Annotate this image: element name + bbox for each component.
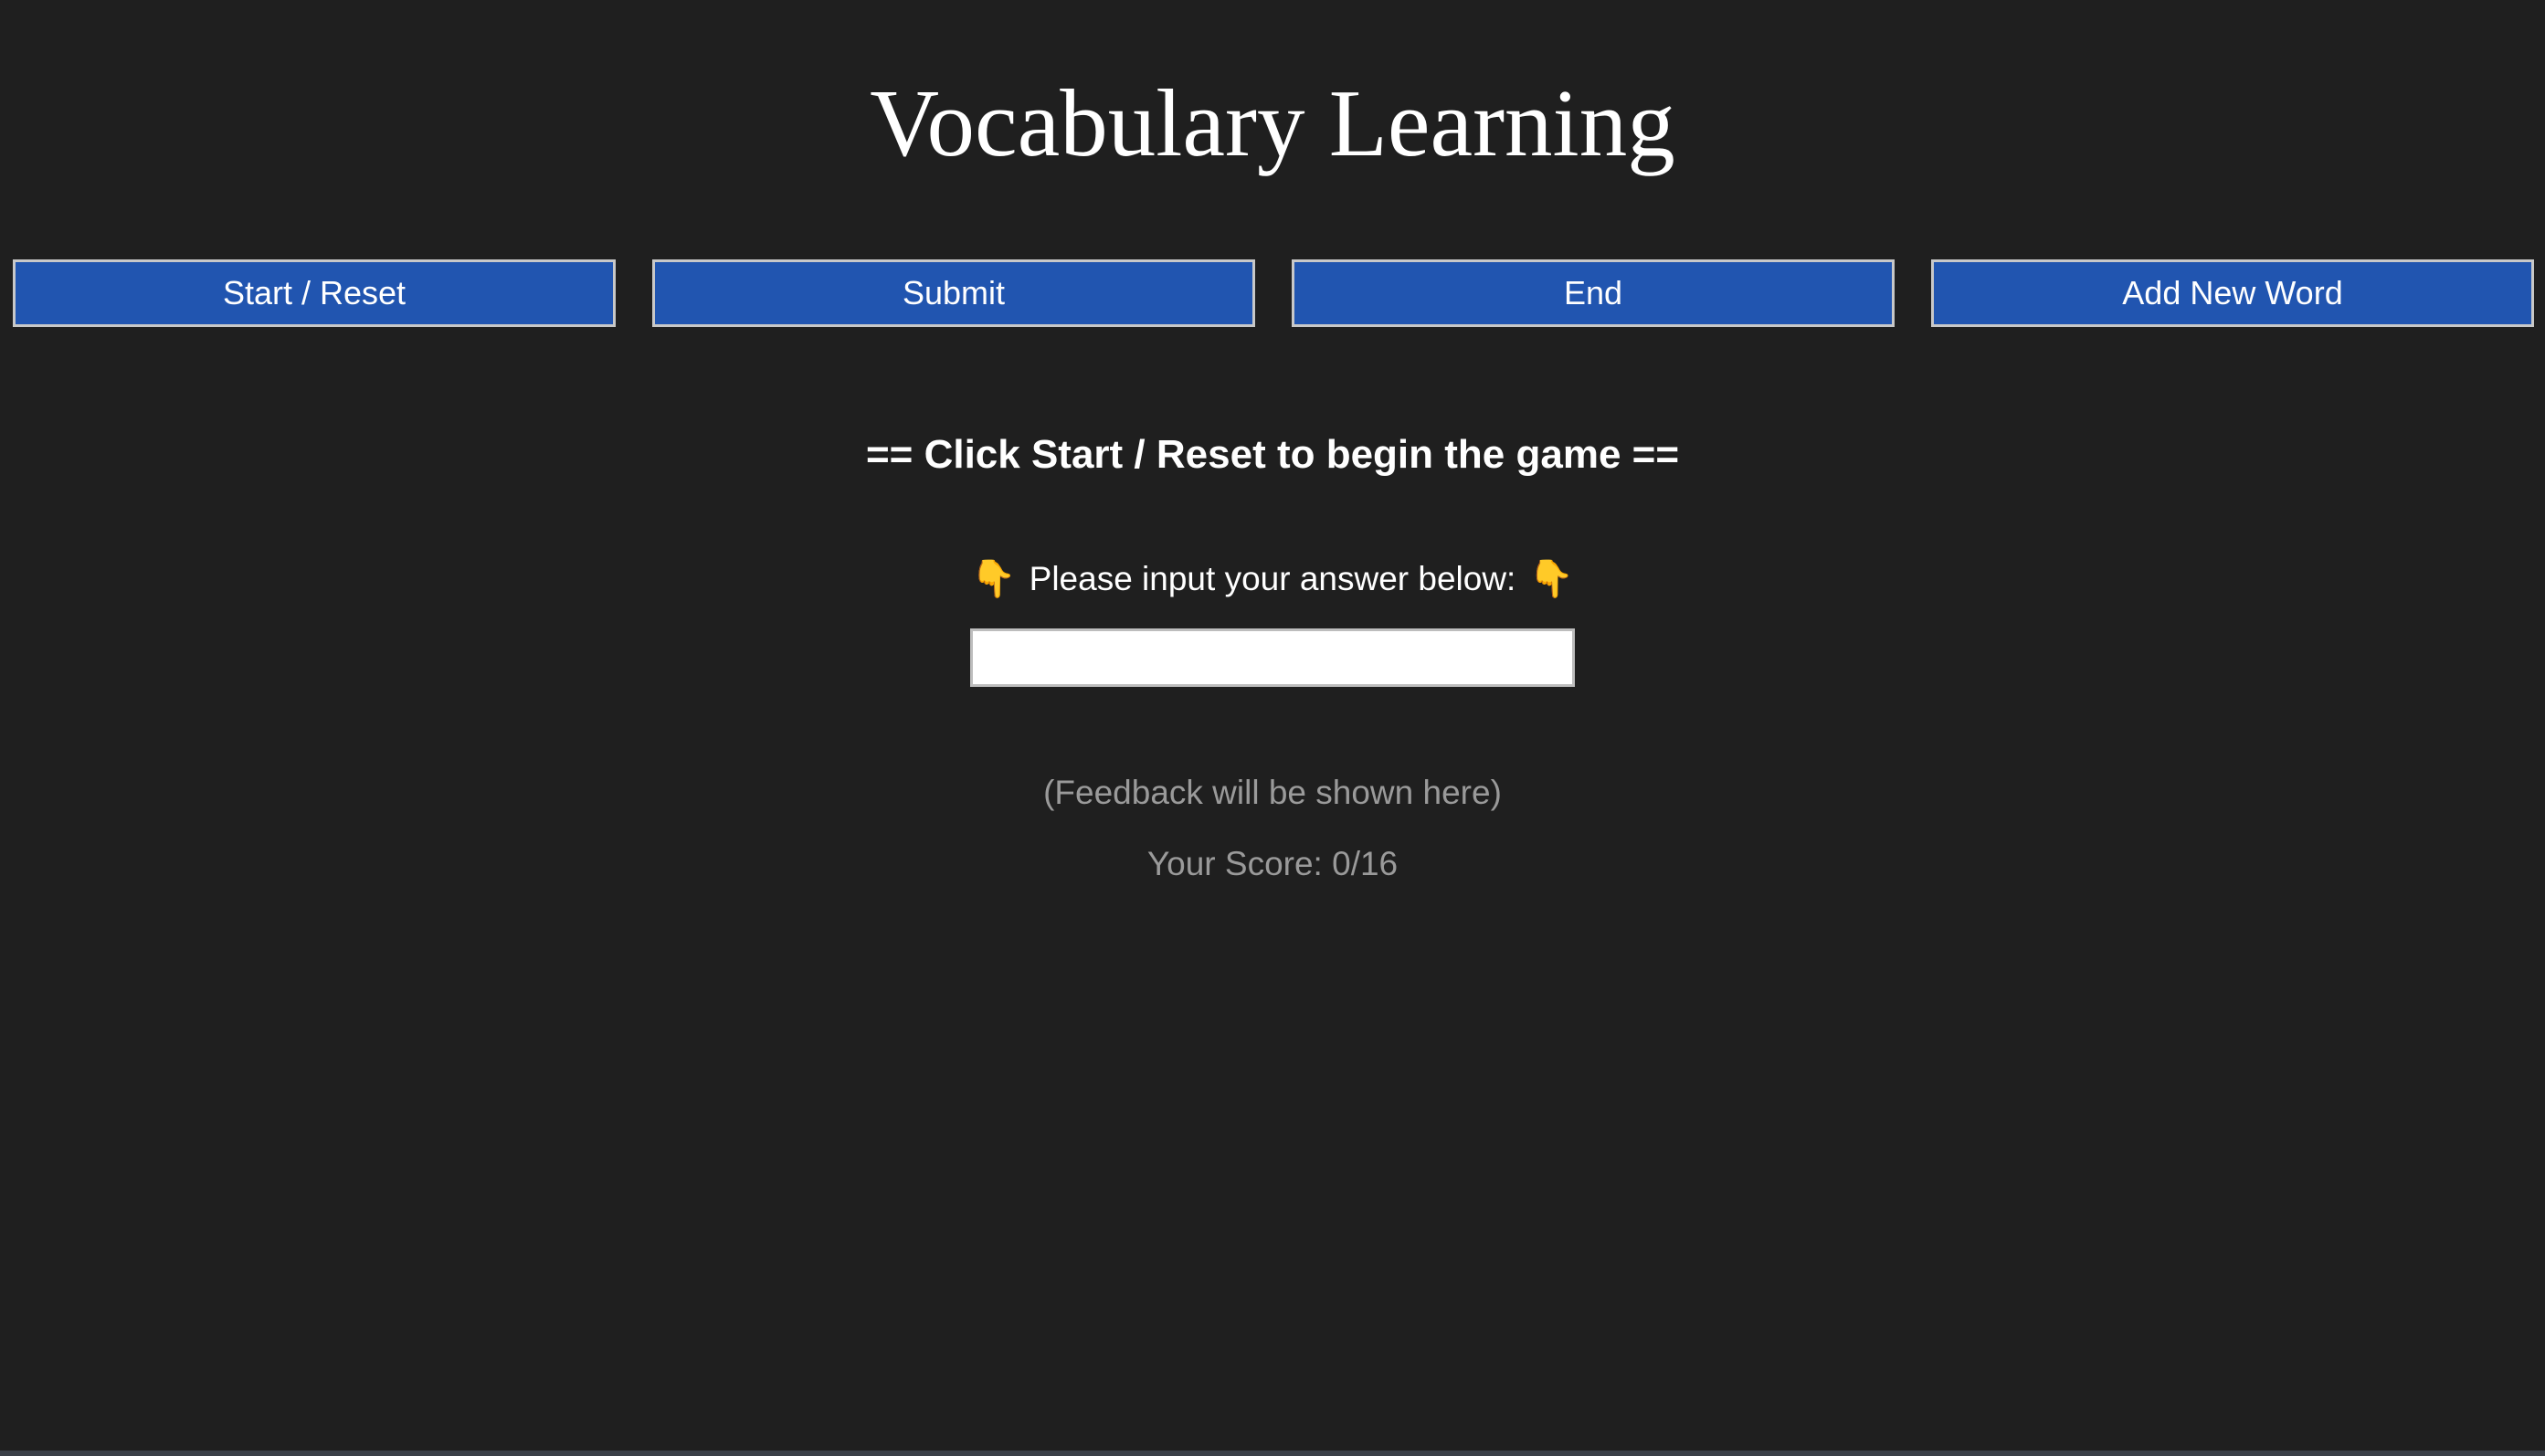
answer-input[interactable] [970,628,1575,687]
bottom-edge-strip [0,1451,2545,1456]
page-title: Vocabulary Learning [870,69,1675,176]
submit-button[interactable]: Submit [652,259,1255,327]
pointing-down-hand-icon: 👇 [1528,559,1575,600]
add-new-word-button[interactable]: Add New Word [1931,259,2534,327]
feedback-text: (Feedback will be shown here) [1043,774,1502,811]
game-status-message: == Click Start / Reset to begin the game… [865,432,1680,477]
pointing-down-hand-icon: 👇 [970,559,1017,600]
start-reset-button[interactable]: Start / Reset [13,259,616,327]
score-text: Your Score: 0/16 [1146,845,1399,882]
control-buttons: Start / Reset Submit End Add New Word [13,259,2534,327]
answer-prompt: 👇 Please input your answer below: 👇 [0,552,2545,603]
answer-prompt-text: Please input your answer below: [1029,560,1516,598]
end-button[interactable]: End [1292,259,1895,327]
